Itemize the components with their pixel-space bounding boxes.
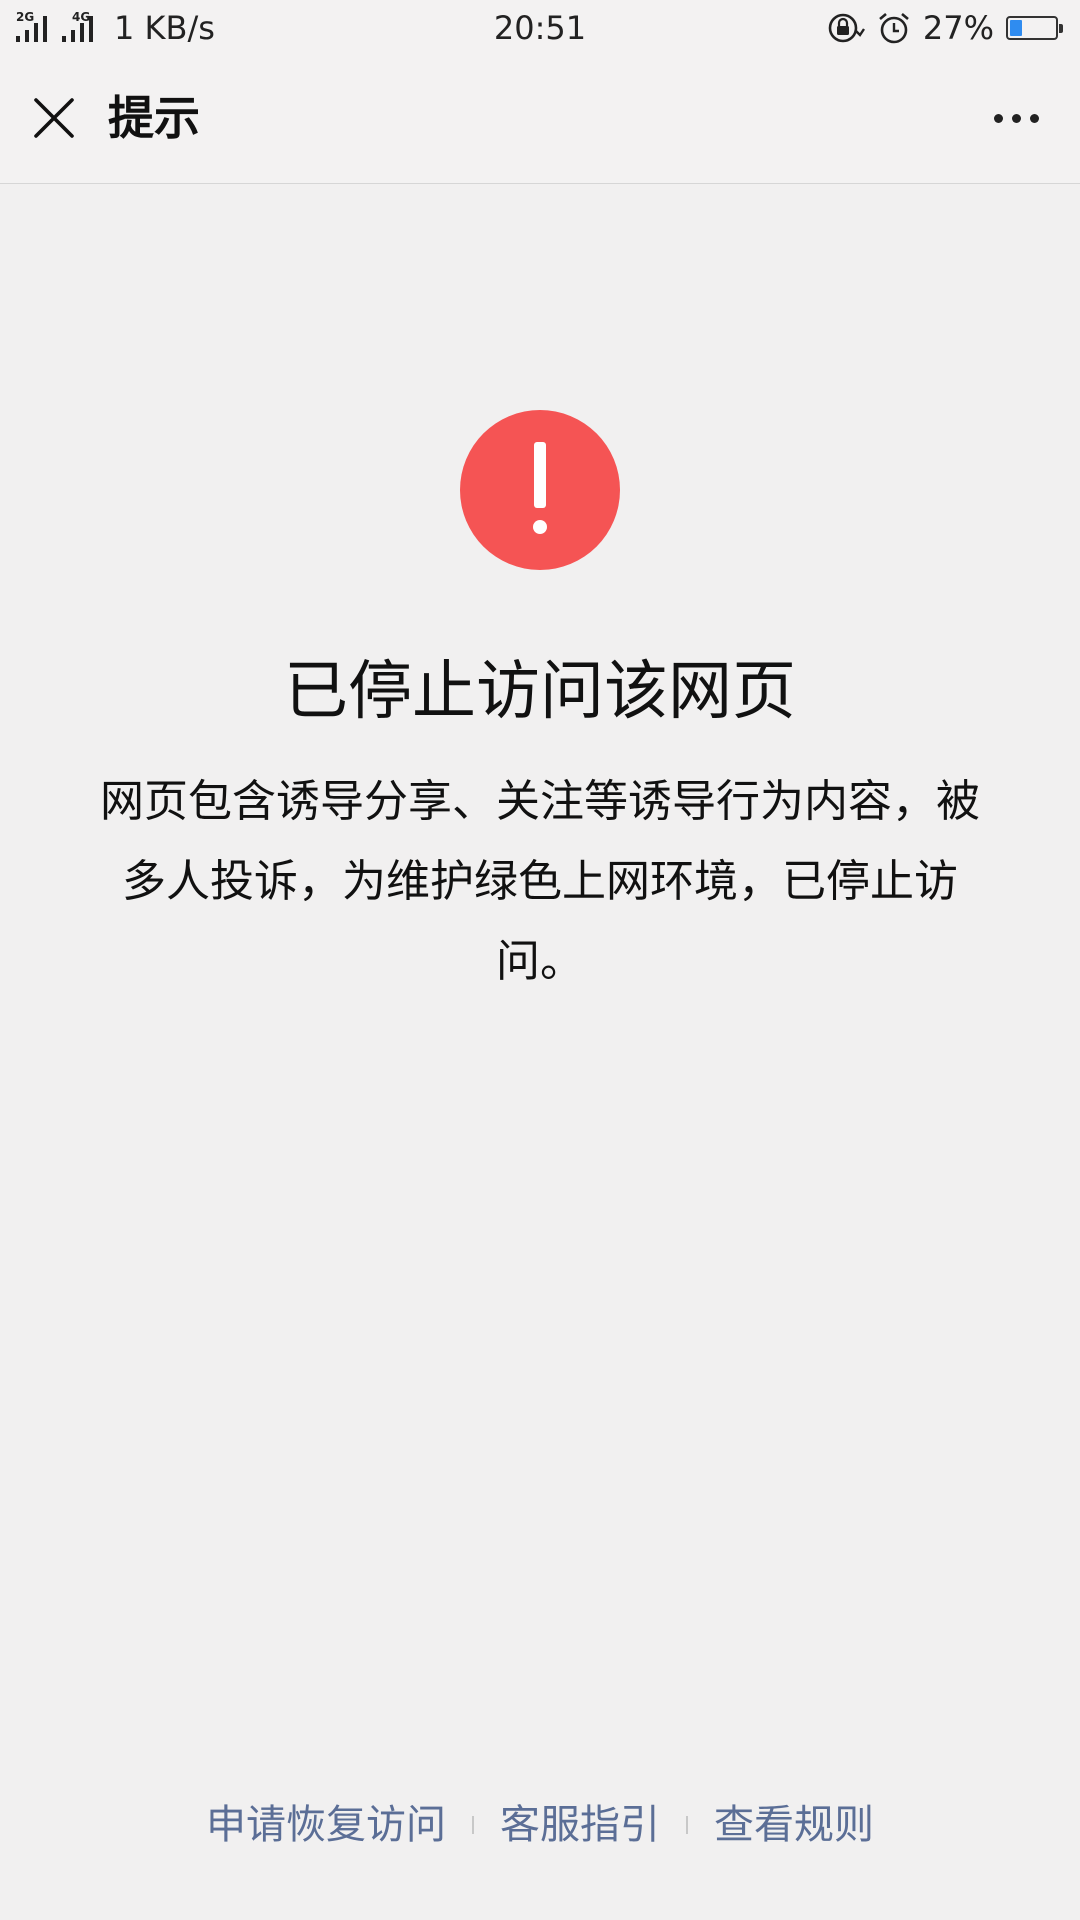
rules-link[interactable]: 查看规则 <box>714 1790 874 1860</box>
warning-icon-container <box>460 410 620 570</box>
battery-percent: 27% <box>922 9 994 47</box>
page-title: 提示 <box>108 91 200 145</box>
rotation-lock-icon <box>827 11 865 45</box>
exclamation-icon <box>460 410 620 570</box>
support-guide-link[interactable]: 客服指引 <box>500 1790 660 1860</box>
nav-bar: 提示 <box>0 56 1080 184</box>
battery-icon <box>1006 16 1063 40</box>
divider <box>472 1816 474 1834</box>
headline: 已停止访问该网页 <box>284 655 796 729</box>
more-button[interactable] <box>984 88 1048 148</box>
close-button[interactable] <box>24 88 84 148</box>
footer-links: 申请恢复访问 客服指引 查看规则 <box>0 1790 1080 1860</box>
description: 网页包含诱导分享、关注等诱导行为内容，被多人投诉，为维护绿色上网环境，已停止访问… <box>100 776 980 987</box>
status-right: 27% <box>827 8 1064 48</box>
more-icon <box>993 113 1003 123</box>
screen: 2G 4G 1 KB/s 20:51 27% 提示 已停止访问该网页 网页包含诱… <box>0 0 1080 1920</box>
status-bar: 2G 4G 1 KB/s 20:51 27% <box>0 0 1080 56</box>
battery-fill <box>1010 20 1022 36</box>
appeal-link[interactable]: 申请恢复访问 <box>206 1790 446 1860</box>
divider <box>686 1816 688 1834</box>
close-icon <box>34 98 74 138</box>
alarm-icon <box>877 11 911 45</box>
